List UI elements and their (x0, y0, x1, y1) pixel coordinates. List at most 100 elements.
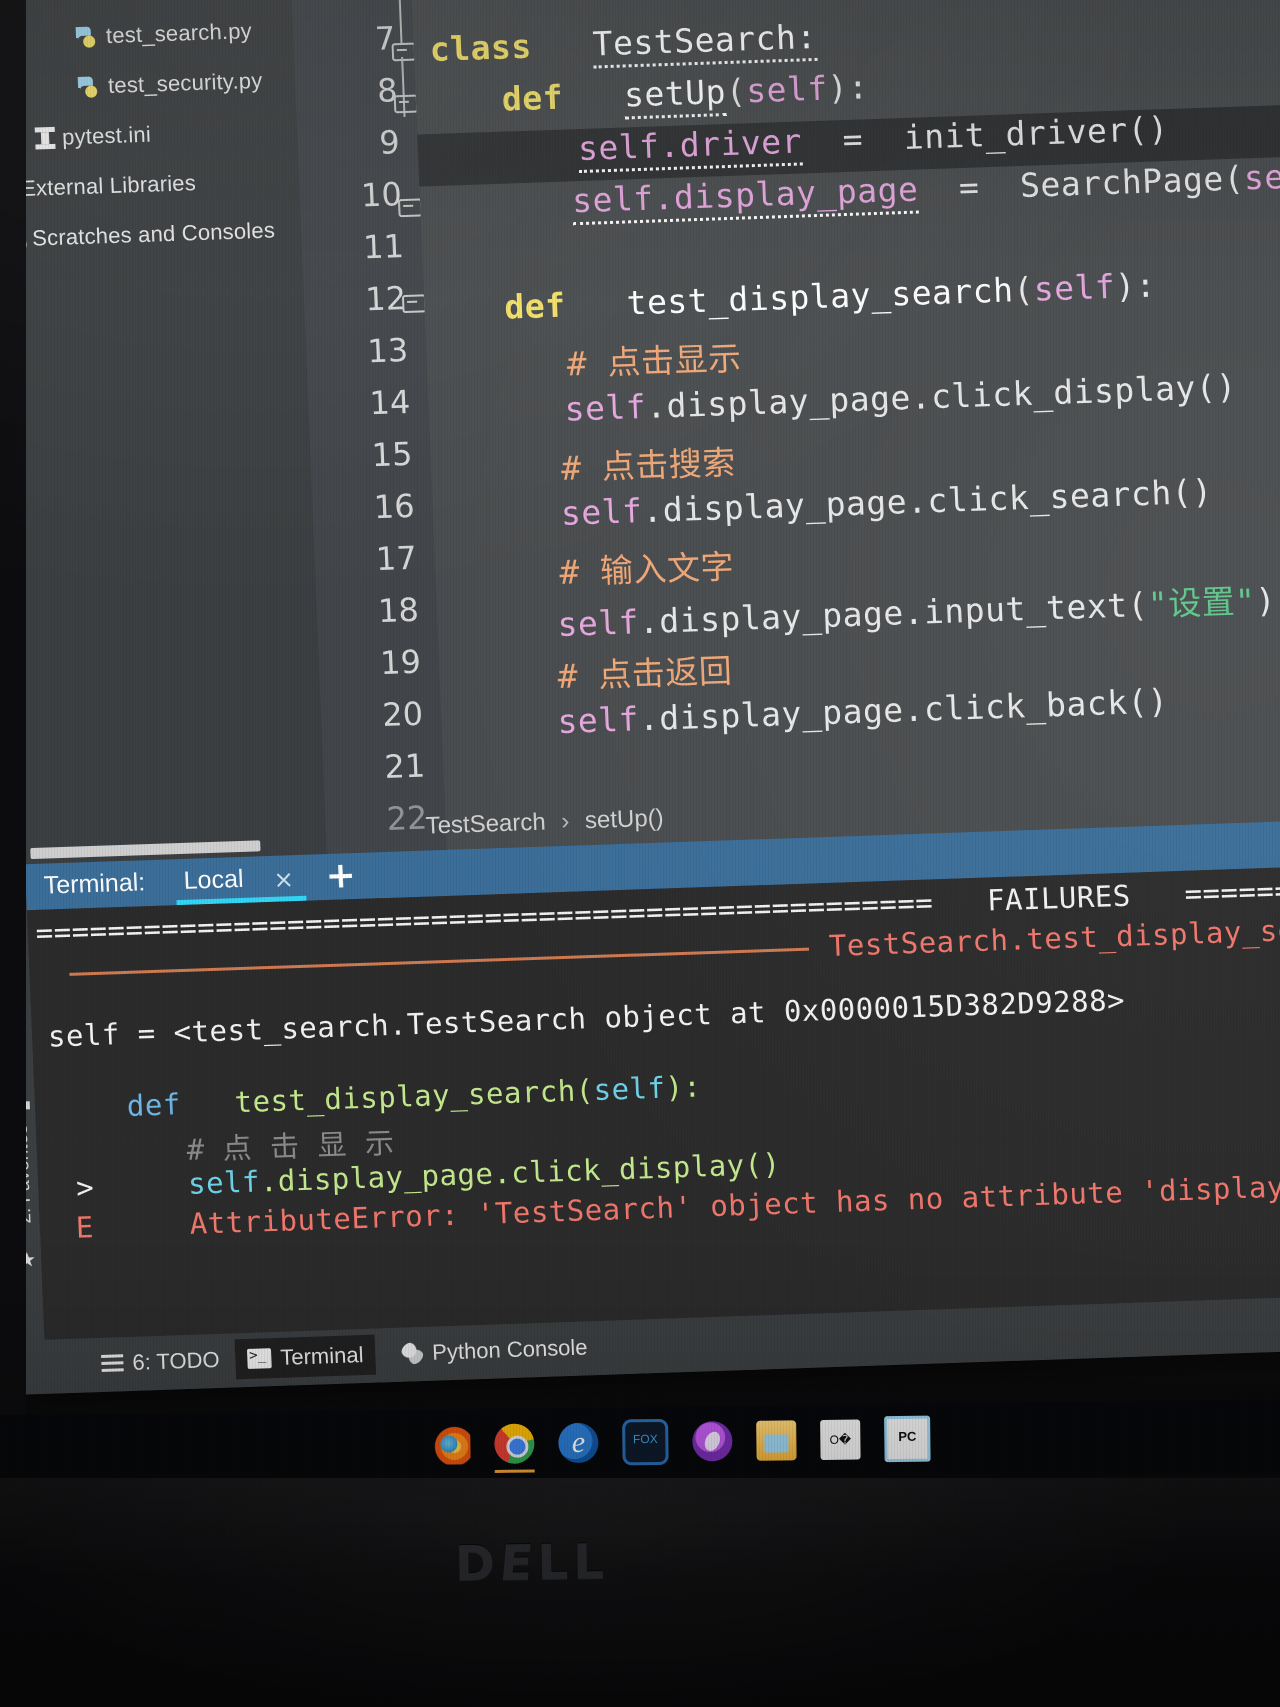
editor-horizontal-scrollbar[interactable] (30, 840, 261, 860)
file-explorer-icon[interactable] (756, 1420, 797, 1461)
code-token-def-kw: def (503, 285, 567, 327)
todo-icon (101, 1354, 124, 1373)
photographed-screen: scripts test_search.py (0, 0, 1280, 1707)
code-line-12: def test_display_search(self): (503, 265, 1157, 327)
breadcrumb-method[interactable]: setUp() (584, 805, 664, 835)
terminal-def-self: self (592, 1070, 667, 1108)
line-number: 11 (362, 227, 405, 267)
line-number: 21 (383, 746, 426, 786)
close-icon[interactable]: × (273, 865, 294, 894)
document-app-icon[interactable]: O� (820, 1419, 861, 1460)
tree-item-scratches[interactable]: Scratches and Consoles (0, 217, 276, 255)
terminal-def-kw: def (126, 1087, 182, 1123)
pc-app-icon[interactable]: PC (884, 1415, 931, 1463)
python-icon (400, 1342, 424, 1365)
tab-label: Python Console (431, 1334, 588, 1365)
code-token-test-name: test_display_search (625, 270, 1015, 323)
bezel-sheen (0, 1478, 1280, 1707)
fold-marker-test-method[interactable] (399, 290, 427, 317)
fox-browser-icon[interactable]: FOX (622, 1418, 669, 1466)
terminal-self-line: self = <test_search.TestSearch object at… (47, 982, 1126, 1054)
code-token-setup-name: setUp (623, 72, 727, 120)
code-comment-input: # 输入文字 (558, 547, 735, 592)
breadcrumb-separator: › (560, 807, 570, 836)
python-file-icon (73, 24, 100, 49)
code-token-eq: = (958, 167, 981, 208)
tab-label: Terminal (279, 1342, 364, 1370)
failures-eq-right: ========= (1183, 871, 1280, 911)
windows-taskbar: e FOX O� PC (0, 1399, 1280, 1490)
fold-marker-setup-end[interactable] (395, 194, 423, 221)
line-number: 13 (366, 330, 409, 371)
pycharm-window: scripts test_search.py (0, 0, 1280, 1395)
photo-left-edge (0, 0, 26, 1500)
terminal-marker-e: E (75, 1210, 95, 1245)
code-comment-search: # 点击搜索 (560, 442, 737, 488)
line-number: 22 (385, 798, 429, 838)
failure-separator-line (69, 947, 810, 976)
code-token-self-driver: self.driver (577, 121, 803, 174)
fold-marker-class[interactable] (388, 0, 417, 117)
tree-item-label: External Libraries (20, 170, 197, 202)
tree-item-label: test_search.py (105, 18, 253, 49)
code-token-self: self (745, 68, 829, 111)
python-file-icon (75, 74, 102, 99)
line-number: 7 (374, 19, 397, 58)
terminal-def-tail: ): (664, 1069, 703, 1105)
line-number: 14 (368, 382, 412, 423)
fold-marker-setup[interactable] (391, 91, 419, 118)
monitor-brand-logo: DELL (454, 1533, 610, 1593)
tree-item-label: test_security.py (107, 67, 263, 99)
terminal-tab-local[interactable]: Local (183, 865, 244, 896)
code-token-class-kw: class (429, 26, 533, 70)
line-number: 18 (377, 590, 420, 631)
line-number: 9 (378, 123, 401, 162)
terminal-marker-gt: > (75, 1170, 95, 1205)
tab-terminal[interactable]: Terminal (234, 1334, 377, 1380)
firefox-icon[interactable] (430, 1424, 471, 1465)
line-number: 10 (360, 175, 403, 215)
code-token-class-name: TestSearch: (591, 16, 818, 69)
tree-item-label: pytest.ini (61, 121, 152, 150)
line-number: 19 (379, 642, 422, 683)
tree-item-pytest-ini[interactable]: pytest.ini (34, 121, 152, 152)
breadcrumb-class[interactable]: TestSearch (425, 809, 546, 840)
tree-item-label: Scratches and Consoles (31, 217, 276, 251)
tree-item-test-security[interactable]: test_security.py (75, 68, 263, 100)
line-number: 6 (322, 0, 394, 8)
terminal-label: Terminal: (43, 868, 146, 900)
code-comment-back: # 点击返回 (556, 651, 734, 697)
tab-label: 6: TODO (131, 1346, 221, 1375)
taskbar-apps: e FOX O� PC (430, 1415, 931, 1473)
code-comment-display: # 点击显示 (566, 338, 743, 384)
line-number: 12 (364, 279, 407, 319)
line-number: 16 (373, 486, 416, 527)
terminal-def-line: def test_display_search(self): (126, 1069, 703, 1123)
code-token-search-page-call: SearchPage( (1019, 158, 1245, 206)
terminal-icon (246, 1348, 272, 1369)
code-token-def-kw: def (501, 77, 564, 119)
line-number: 20 (381, 694, 424, 735)
code-token-self: self (1032, 266, 1117, 309)
add-terminal-icon[interactable]: + (325, 855, 357, 897)
chrome-icon[interactable] (494, 1423, 535, 1473)
tree-item-test-search[interactable]: test_search.py (72, 18, 252, 50)
failures-title: FAILURES (986, 878, 1132, 918)
code-token-self-dr: self.dr (1243, 153, 1280, 198)
monitor-bezel: DELL (0, 1478, 1280, 1707)
code-token-eq: = (841, 119, 864, 160)
terminal-output[interactable]: ========================================… (26, 863, 1280, 1340)
line-number: 8 (376, 71, 399, 110)
line-number: 17 (375, 538, 418, 579)
code-token-string: "设置" (1147, 581, 1257, 624)
project-tree-panel: scripts test_search.py (0, 0, 327, 871)
tab-todo[interactable]: 6: TODO (89, 1340, 233, 1385)
code-editor[interactable]: from page.search_page import SearchPage … (409, 0, 1280, 855)
terminal-def-name: test_display_search (233, 1073, 577, 1120)
code-token-init-driver: init_driver() (902, 108, 1170, 157)
tree-item-external-libraries[interactable]: External Libraries (0, 170, 196, 204)
terminal-call-self: self (187, 1164, 261, 1201)
tab-python-console[interactable]: Python Console (388, 1327, 600, 1374)
purple-app-icon[interactable] (692, 1421, 733, 1462)
edge-icon[interactable]: e (558, 1422, 599, 1464)
